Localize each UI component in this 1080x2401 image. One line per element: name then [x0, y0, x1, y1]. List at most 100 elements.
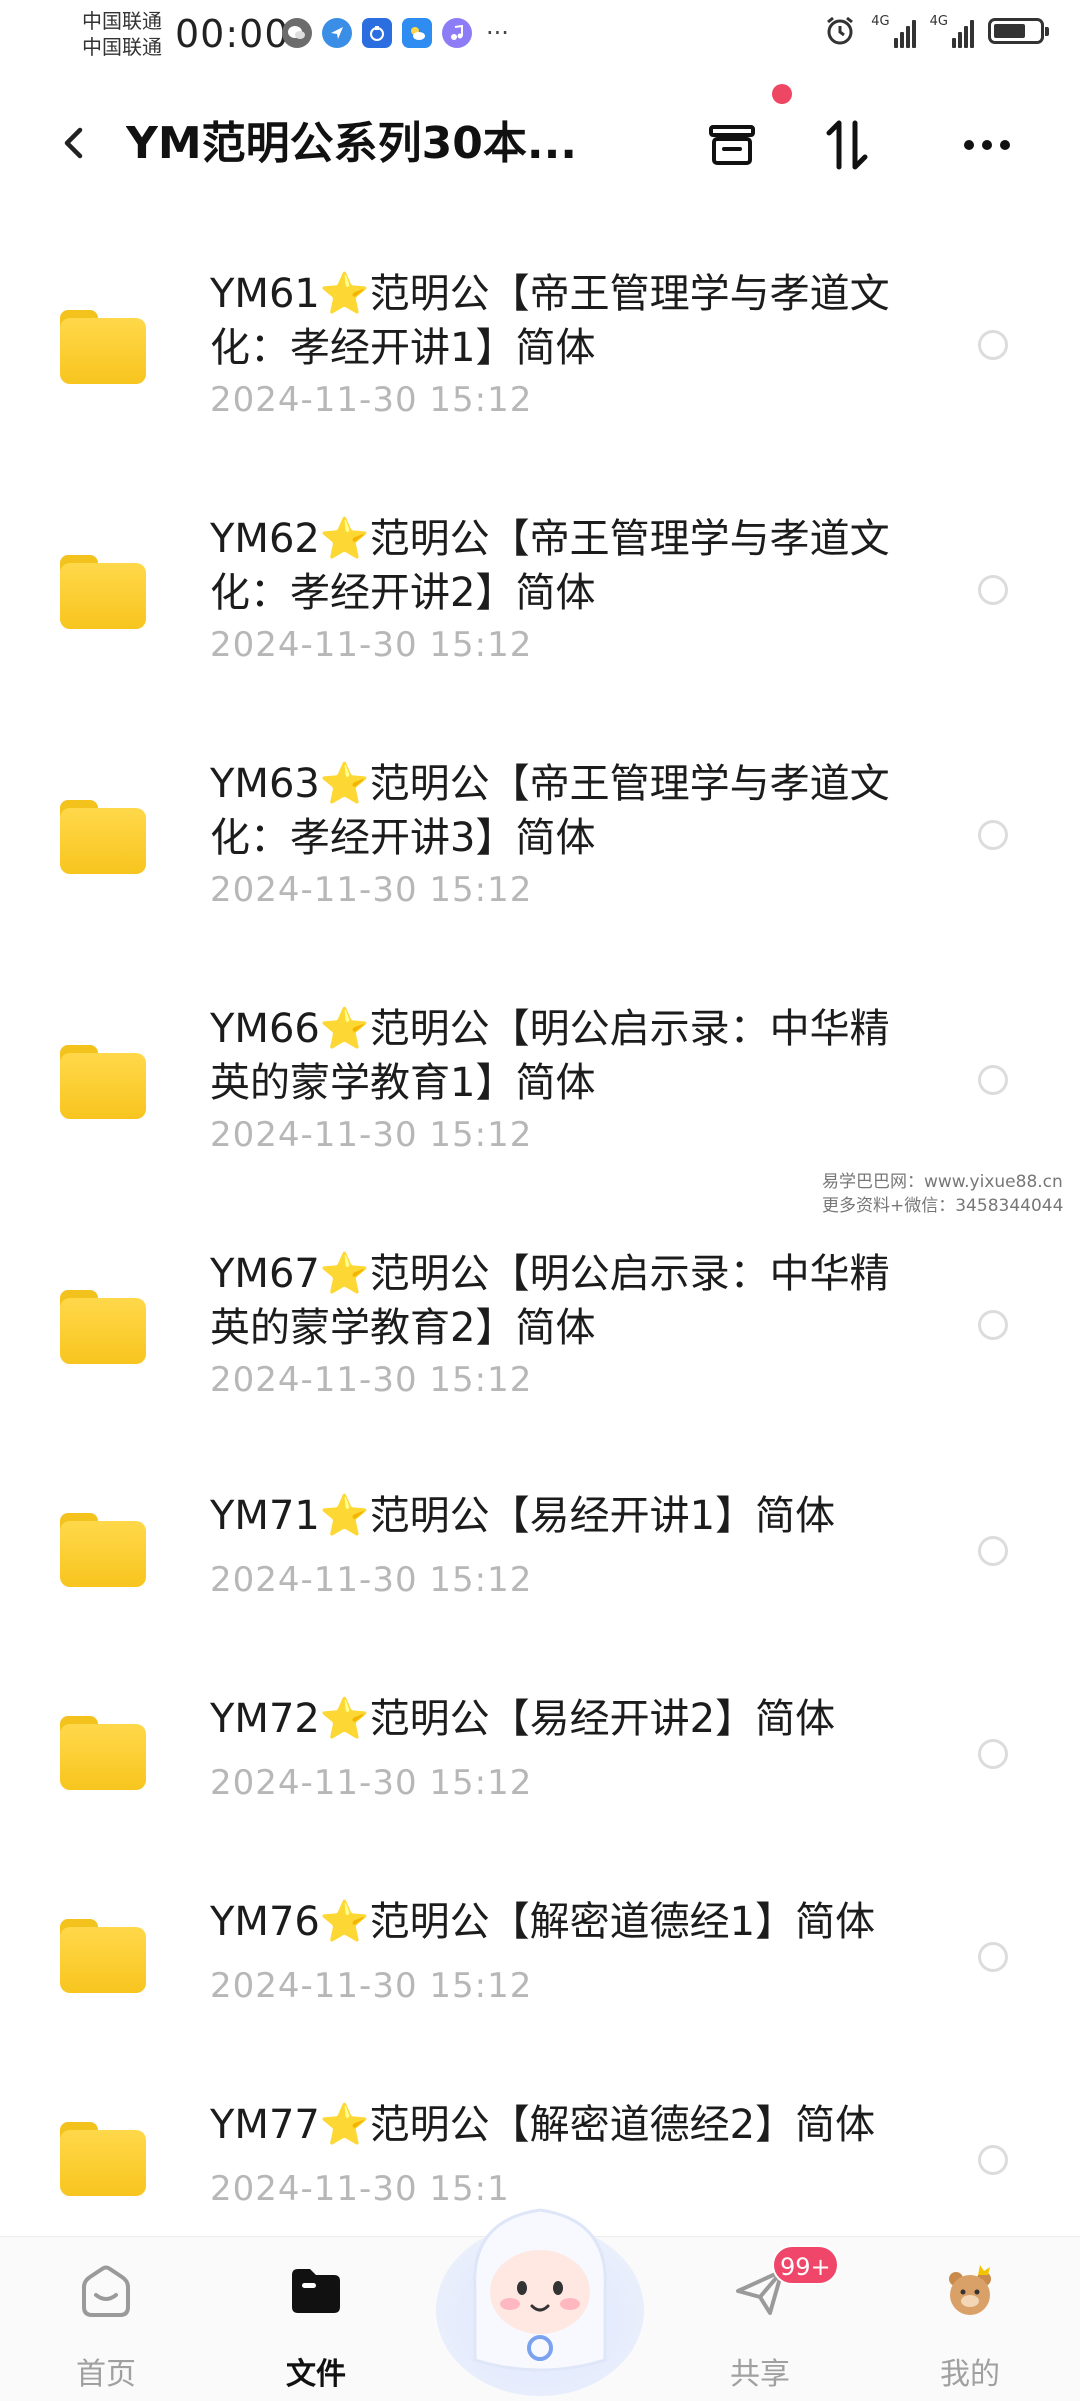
back-button[interactable] — [50, 118, 100, 168]
file-name-prefix: YM71 — [210, 1493, 320, 1539]
archive-button[interactable] — [697, 110, 767, 180]
select-radio[interactable] — [978, 575, 1008, 605]
file-name: YM77⭐范明公【解密道德经2】简体 — [210, 2098, 900, 2152]
file-name-suffix: 范明公【解密道德经1】简体 — [369, 1899, 876, 1945]
file-name: YM66⭐范明公【明公启示录：中华精英的蒙学教育1】简体 — [210, 1002, 900, 1110]
notification-icons: ··· — [282, 18, 509, 48]
file-date: 2024-11-30 15:12 — [210, 870, 533, 910]
file-name-prefix: YM62 — [210, 516, 320, 562]
file-row[interactable]: YM63⭐范明公【帝王管理学与孝道文化：孝经开讲3】简体 2024-11-30 1… — [0, 720, 1080, 965]
star-icon: ⭐ — [319, 2102, 370, 2148]
file-name-prefix: YM77 — [210, 2102, 320, 2148]
nav-item-home[interactable]: 首页 — [26, 2237, 186, 2401]
weather-icon — [402, 18, 432, 48]
share-badge: 99+ — [772, 2245, 839, 2285]
profile-icon — [949, 2265, 991, 2315]
signal-2-icon: 4G — [930, 14, 974, 48]
star-icon: ⭐ — [319, 1696, 370, 1742]
top-app-bar: YM范明公系列30本... — [0, 84, 1080, 200]
battery-icon — [988, 18, 1049, 44]
folder-icon — [60, 800, 146, 874]
more-button[interactable] — [952, 110, 1022, 180]
cloud-mascot-icon[interactable] — [430, 2180, 650, 2400]
file-name: YM67⭐范明公【明公启示录：中华精英的蒙学教育2】简体 — [210, 1247, 900, 1355]
file-name-suffix: 范明公【易经开讲2】简体 — [369, 1696, 836, 1742]
nav-label-files: 文件 — [286, 2357, 346, 2392]
file-date: 2024-11-30 15:12 — [210, 1360, 533, 1400]
file-row[interactable]: YM61⭐范明公【帝王管理学与孝道文化：孝经开讲1】简体 2024-11-30 1… — [0, 230, 1080, 475]
more-icon — [964, 140, 1010, 150]
folder-icon — [60, 310, 146, 384]
file-name-prefix: YM72 — [210, 1696, 320, 1742]
file-list: YM61⭐范明公【帝王管理学与孝道文化：孝经开讲1】简体 2024-11-30 1… — [0, 230, 1080, 2267]
file-date: 2024-11-30 15:12 — [210, 1115, 533, 1155]
signal-1-label: 4G — [871, 14, 890, 29]
signal-2-label: 4G — [929, 14, 948, 29]
watermark-line-2: 更多资料+微信：3458344044 — [822, 1196, 1064, 1216]
select-radio[interactable] — [978, 2145, 1008, 2175]
folder-icon — [60, 555, 146, 629]
file-row[interactable]: YM62⭐范明公【帝王管理学与孝道文化：孝经开讲2】简体 2024-11-30 1… — [0, 475, 1080, 720]
nav-label-profile: 我的 — [940, 2357, 1000, 2392]
page-title: YM范明公系列30本... — [126, 118, 578, 169]
browser-icon — [322, 18, 352, 48]
wechat-icon — [282, 18, 312, 48]
folder-icon — [60, 1290, 146, 1364]
star-icon: ⭐ — [319, 1006, 370, 1052]
select-radio[interactable] — [978, 1065, 1008, 1095]
select-radio[interactable] — [978, 1310, 1008, 1340]
select-radio[interactable] — [978, 330, 1008, 360]
notification-dot — [772, 84, 792, 104]
star-icon: ⭐ — [319, 1493, 370, 1539]
file-name-prefix: YM61 — [210, 271, 320, 317]
system-indicators: 4G 4G — [823, 14, 1049, 48]
folder-icon — [60, 1716, 146, 1790]
file-name: YM76⭐范明公【解密道德经1】简体 — [210, 1895, 900, 1949]
folder-icon — [60, 1919, 146, 1993]
status-bar: 中国联通 中国联通 00:00 ··· 4G 4G — [0, 0, 1080, 72]
file-date: 2024-11-30 15:12 — [210, 1763, 533, 1803]
watermark-line-1: 易学巴巴网：www.yixue88.cn — [822, 1172, 1063, 1192]
file-name-prefix: YM66 — [210, 1006, 320, 1052]
files-icon — [292, 2269, 340, 2313]
file-row[interactable]: YM71⭐范明公【易经开讲1】简体 2024-11-30 15:12 — [0, 1455, 1080, 1658]
nav-item-share[interactable]: 99+ 共享 — [680, 2237, 840, 2401]
select-radio[interactable] — [978, 1739, 1008, 1769]
star-icon: ⭐ — [319, 1251, 370, 1297]
carrier-1: 中国联通 — [82, 9, 162, 33]
select-radio[interactable] — [978, 820, 1008, 850]
file-row[interactable]: YM76⭐范明公【解密道德经1】简体 2024-11-30 15:12 — [0, 1861, 1080, 2064]
file-name: YM61⭐范明公【帝王管理学与孝道文化：孝经开讲1】简体 — [210, 267, 900, 375]
file-date: 2024-11-30 15:12 — [210, 625, 533, 665]
file-name: YM71⭐范明公【易经开讲1】简体 — [210, 1489, 900, 1543]
file-row[interactable]: YM67⭐范明公【明公启示录：中华精英的蒙学教育2】简体 2024-11-30 1… — [0, 1210, 1080, 1455]
archive-icon — [709, 125, 755, 165]
star-icon: ⭐ — [319, 761, 370, 807]
folder-icon — [60, 1513, 146, 1587]
file-name-prefix: YM67 — [210, 1251, 320, 1297]
more-notifications: ··· — [486, 19, 509, 47]
alarm-icon — [827, 16, 854, 45]
file-name: YM72⭐范明公【易经开讲2】简体 — [210, 1692, 900, 1746]
folder-icon — [60, 1045, 146, 1119]
file-name-suffix: 范明公【解密道德经2】简体 — [369, 2102, 876, 2148]
file-row[interactable]: YM72⭐范明公【易经开讲2】简体 2024-11-30 15:12 — [0, 1658, 1080, 1861]
nav-label-share: 共享 — [730, 2357, 790, 2392]
file-date: 2024-11-30 15:12 — [210, 1560, 533, 1600]
star-icon: ⭐ — [319, 1899, 370, 1945]
nav-item-profile[interactable]: 我的 — [890, 2237, 1050, 2401]
carrier-labels: 中国联通 中国联通 — [82, 8, 162, 60]
star-icon: ⭐ — [319, 516, 370, 562]
file-name-prefix: YM63 — [210, 761, 320, 807]
watermark: 易学巴巴网：www.yixue88.cn 更多资料+微信：3458344044 — [822, 1170, 1063, 1218]
sort-button[interactable] — [812, 110, 882, 180]
nav-item-files[interactable]: 文件 — [236, 2237, 396, 2401]
sort-icon — [826, 120, 868, 170]
file-name-prefix: YM76 — [210, 1899, 320, 1945]
carrier-2: 中国联通 — [82, 35, 162, 59]
file-name-suffix: 范明公【易经开讲1】简体 — [369, 1493, 836, 1539]
select-radio[interactable] — [978, 1536, 1008, 1566]
file-name: YM62⭐范明公【帝王管理学与孝道文化：孝经开讲2】简体 — [210, 512, 900, 620]
file-date: 2024-11-30 15:12 — [210, 1966, 533, 2006]
select-radio[interactable] — [978, 1942, 1008, 1972]
